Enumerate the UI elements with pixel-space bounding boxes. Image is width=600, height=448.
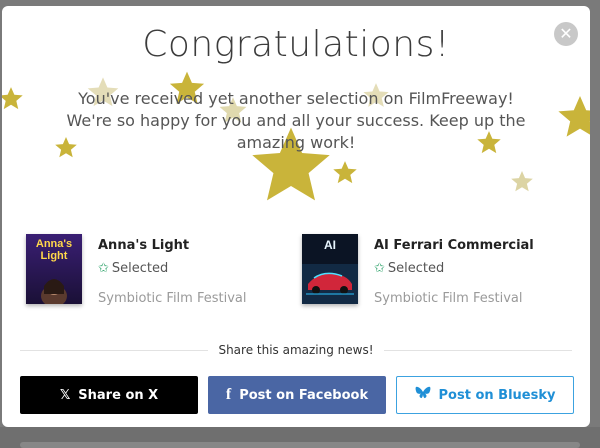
status-label: Selected: [111, 261, 169, 276]
confetti-stars: [2, 6, 590, 427]
share-heading-text: Share this amazing news!: [208, 343, 384, 357]
selected-star-icon: ✩: [98, 261, 109, 276]
festival-name[interactable]: Symbiotic Film Festival: [374, 291, 522, 306]
selected-star-icon: ✩: [374, 261, 385, 276]
star-icon: [511, 171, 533, 192]
selection-status: ✩ Selected: [98, 261, 168, 276]
share-heading: Share this amazing news!: [2, 343, 590, 357]
facebook-logo-icon: f: [225, 386, 232, 403]
star-icon: [2, 87, 23, 110]
festival-name[interactable]: Symbiotic Film Festival: [98, 291, 246, 306]
button-label: Share on X: [78, 387, 159, 403]
post-on-facebook-button[interactable]: f Post on Facebook: [208, 376, 386, 414]
poster-title: Anna's Light: [35, 238, 73, 262]
x-logo-icon: 𝕏: [59, 387, 71, 403]
post-on-bluesky-button[interactable]: Post on Bluesky: [396, 376, 574, 414]
button-label: Post on Bluesky: [438, 387, 556, 403]
poster-title: AI: [324, 238, 336, 252]
status-label: Selected: [387, 261, 445, 276]
modal-message: You've received yet another selection on…: [66, 89, 526, 152]
film-poster: Anna's Light: [26, 234, 82, 304]
selection-status: ✩ Selected: [374, 261, 444, 276]
film-poster: AI: [302, 234, 358, 304]
film-title[interactable]: Anna's Light: [98, 238, 189, 253]
share-on-x-button[interactable]: 𝕏 Share on X: [20, 376, 198, 414]
modal-title: Congratulations!: [142, 24, 450, 65]
star-icon: [333, 161, 357, 184]
bluesky-logo-icon: [415, 386, 431, 404]
button-label: Post on Facebook: [239, 387, 369, 403]
film-title[interactable]: AI Ferrari Commercial: [374, 238, 534, 253]
selection-card[interactable]: Anna's Light Anna's Light ✩ Selected Symb…: [26, 234, 276, 314]
congratulations-modal: ✕ Congratulations! You've received yet a…: [2, 6, 590, 427]
star-icon: [558, 96, 590, 137]
selection-card[interactable]: AI AI Ferrari Commercial ✩ Selected Symbi…: [302, 234, 552, 314]
